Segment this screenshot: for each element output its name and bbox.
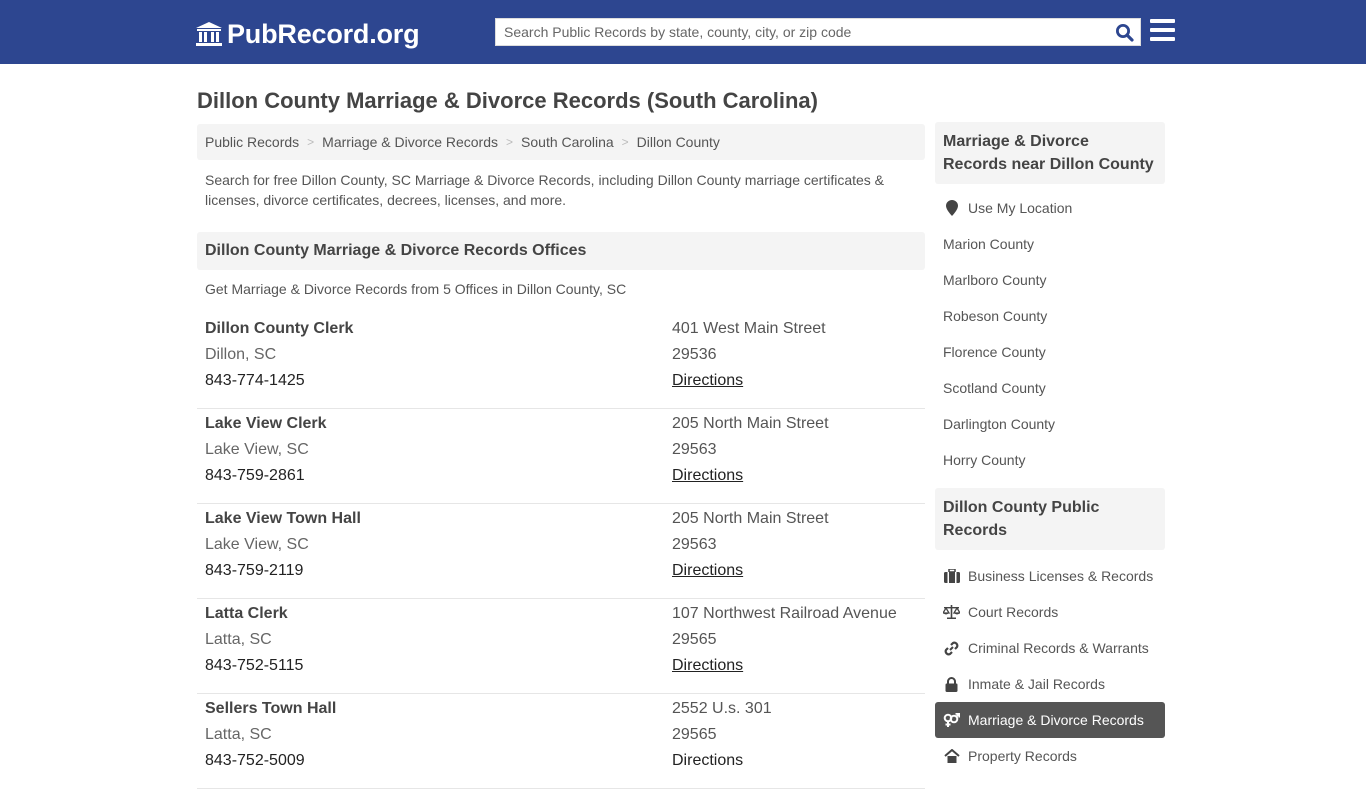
nearby-county-link[interactable]: Robeson County <box>935 298 1165 334</box>
nearby-county-link[interactable]: Marion County <box>935 226 1165 262</box>
scales-icon <box>943 604 960 620</box>
sidebar-item-property-records[interactable]: Property Records <box>935 738 1165 774</box>
sidebar-item-business-licenses[interactable]: Business Licenses & Records <box>935 558 1165 594</box>
courthouse-icon <box>196 22 222 46</box>
office-zip: 29565 <box>672 631 717 648</box>
office-city: Lake View, SC <box>205 536 309 553</box>
breadcrumb-south-carolina[interactable]: South Carolina <box>521 134 614 150</box>
lock-icon <box>943 676 960 692</box>
breadcrumb: Public Records > Marriage & Divorce Reco… <box>197 124 925 160</box>
use-my-location-link[interactable]: Use My Location <box>935 190 1165 226</box>
sidebar: Marriage & Divorce Records near Dillon C… <box>935 122 1165 782</box>
office-address: 107 Northwest Railroad Avenue <box>672 605 897 622</box>
office-zip: 29536 <box>672 346 717 363</box>
office-address: 401 West Main Street <box>672 320 826 337</box>
intro-text: Search for free Dillon County, SC Marria… <box>205 172 885 208</box>
search-button[interactable] <box>1112 21 1136 43</box>
menu-bar <box>1150 28 1175 32</box>
office-zip: 29565 <box>672 726 717 743</box>
search-input[interactable] <box>496 19 1106 45</box>
office-item: Lake View Town Hall Lake View, SC 843-75… <box>197 504 925 599</box>
link-icon <box>943 640 960 656</box>
search-icon <box>1115 23 1134 42</box>
office-city: Dillon, SC <box>205 346 277 363</box>
directions-link[interactable]: Directions <box>672 372 743 389</box>
office-city: Latta, SC <box>205 726 272 743</box>
office-city: Latta, SC <box>205 631 272 648</box>
sidebar-item-label: Inmate & Jail Records <box>968 676 1105 692</box>
office-phone[interactable]: 843-759-2861 <box>205 466 327 492</box>
offices-list: Dillon County Clerk Dillon, SC 843-774-1… <box>197 314 925 789</box>
office-phone[interactable]: 843-774-1425 <box>205 371 353 397</box>
venus-mars-icon <box>943 712 960 728</box>
offices-section-subtitle: Get Marriage & Divorce Records from 5 Of… <box>205 281 627 297</box>
sidebar-item-label: Court Records <box>968 604 1059 620</box>
office-zip: 29563 <box>672 536 717 553</box>
office-name[interactable]: Sellers Town Hall <box>205 699 336 725</box>
office-phone[interactable]: 843-752-5115 <box>205 656 303 682</box>
sidebar-item-marriage-divorce[interactable]: Marriage & Divorce Records <box>935 702 1165 738</box>
nearby-county-link[interactable]: Florence County <box>935 334 1165 370</box>
nearby-records-title: Marriage & Divorce Records near Dillon C… <box>935 122 1165 184</box>
breadcrumb-public-records[interactable]: Public Records <box>205 134 299 150</box>
search-bar <box>495 18 1141 46</box>
breadcrumb-separator: > <box>506 135 514 149</box>
nearby-county-link[interactable]: Marlboro County <box>935 262 1165 298</box>
page-title: Dillon County Marriage & Divorce Records… <box>197 88 818 113</box>
office-item: Latta Clerk Latta, SC 843-752-5115 107 N… <box>197 599 925 694</box>
menu-bar <box>1150 37 1175 41</box>
office-name[interactable]: Latta Clerk <box>205 604 303 630</box>
sidebar-item-label: Business Licenses & Records <box>968 568 1154 584</box>
office-name[interactable]: Lake View Clerk <box>205 414 327 440</box>
site-logo[interactable]: PubRecord.org <box>195 18 420 50</box>
nearby-county-link[interactable]: Darlington County <box>935 406 1165 442</box>
office-item: Lake View Clerk Lake View, SC 843-759-28… <box>197 409 925 504</box>
office-address: 205 North Main Street <box>672 510 829 527</box>
breadcrumb-dillon-county[interactable]: Dillon County <box>637 134 720 150</box>
sidebar-item-inmate-jail[interactable]: Inmate & Jail Records <box>935 666 1165 702</box>
office-phone[interactable]: 843-752-5009 <box>205 751 336 777</box>
nearby-counties-list: Use My Location Marion County Marlboro C… <box>935 184 1165 486</box>
briefcase-icon <box>943 568 960 584</box>
sidebar-item-court-records[interactable]: Court Records <box>935 594 1165 630</box>
office-item: Dillon County Clerk Dillon, SC 843-774-1… <box>197 314 925 409</box>
nearby-county-link[interactable]: Scotland County <box>935 370 1165 406</box>
office-name[interactable]: Lake View Town Hall <box>205 509 361 535</box>
sidebar-item-label: Property Records <box>968 748 1077 764</box>
directions-link[interactable]: Directions <box>672 657 743 674</box>
office-address: 2552 U.s. 301 <box>672 700 772 717</box>
house-icon <box>943 748 960 764</box>
breadcrumb-separator: > <box>307 135 315 149</box>
sidebar-item-criminal-records[interactable]: Criminal Records & Warrants <box>935 630 1165 666</box>
directions-link[interactable]: Directions <box>672 467 743 484</box>
breadcrumb-marriage-divorce[interactable]: Marriage & Divorce Records <box>322 134 498 150</box>
office-phone[interactable]: 843-759-2119 <box>205 561 361 587</box>
directions-link[interactable]: Directions <box>672 562 743 579</box>
map-marker-icon <box>943 200 960 216</box>
public-records-list: Business Licenses & Records Court Record… <box>935 550 1165 782</box>
breadcrumb-separator: > <box>621 135 629 149</box>
office-address: 205 North Main Street <box>672 415 829 432</box>
directions-link[interactable]: Directions <box>672 752 743 769</box>
sidebar-item-label: Criminal Records & Warrants <box>968 640 1149 656</box>
nearby-county-link[interactable]: Horry County <box>935 442 1165 478</box>
menu-bar <box>1150 19 1175 23</box>
sidebar-item-label: Marriage & Divorce Records <box>968 712 1144 728</box>
logo-text: PubRecord.org <box>227 18 420 49</box>
office-item: Sellers Town Hall Latta, SC 843-752-5009… <box>197 694 925 789</box>
office-zip: 29563 <box>672 441 717 458</box>
top-navigation-bar: PubRecord.org <box>0 0 1366 64</box>
use-my-location-label: Use My Location <box>968 200 1073 216</box>
hamburger-menu-button[interactable] <box>1150 19 1175 43</box>
office-city: Lake View, SC <box>205 441 309 458</box>
offices-section-title: Dillon County Marriage & Divorce Records… <box>197 232 925 270</box>
office-name[interactable]: Dillon County Clerk <box>205 319 353 345</box>
county-public-records-title: Dillon County Public Records <box>935 488 1165 550</box>
